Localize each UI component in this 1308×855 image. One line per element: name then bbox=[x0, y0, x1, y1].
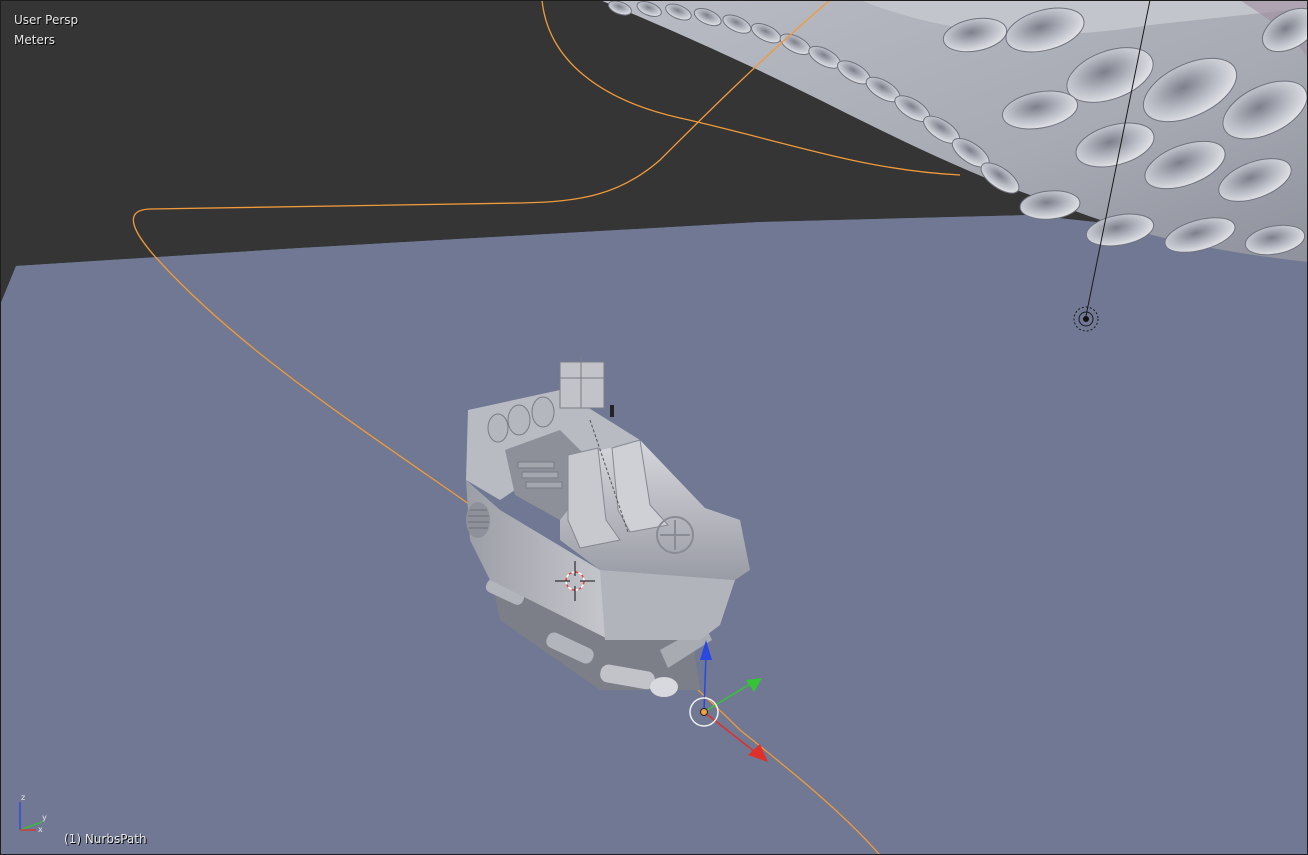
axis-x-label: x bbox=[38, 825, 43, 834]
origin-dot bbox=[700, 708, 708, 716]
3d-viewport[interactable]: z y x User Persp Meters (1) NurbsPath bbox=[0, 0, 1308, 855]
units-label: Meters bbox=[14, 33, 56, 47]
view-name-label: User Persp bbox=[14, 13, 79, 27]
steering-wheel bbox=[656, 516, 694, 554]
axis-y-label: y bbox=[42, 813, 47, 822]
active-object-label: (1) NurbsPath bbox=[64, 832, 147, 846]
scene-canvas[interactable]: z y x bbox=[0, 0, 1308, 855]
axis-z-label: z bbox=[21, 793, 25, 802]
